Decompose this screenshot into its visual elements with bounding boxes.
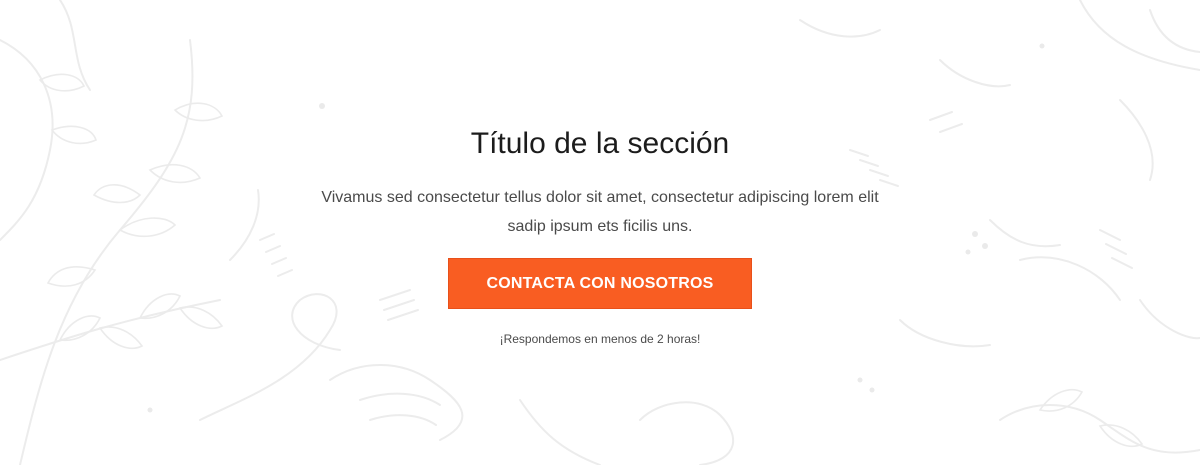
section-title: Título de la sección xyxy=(470,127,730,160)
contact-us-button[interactable]: CONTACTA CON NOSOTROS xyxy=(448,258,752,309)
response-time-note: ¡Respondemos en menos de 2 horas! xyxy=(499,332,701,346)
contact-cta-section: Título de la sección Vivamus sed consect… xyxy=(0,0,1200,465)
content-block: Título de la sección Vivamus sed consect… xyxy=(0,0,1200,465)
section-description: Vivamus sed consectetur tellus dolor sit… xyxy=(321,189,879,235)
